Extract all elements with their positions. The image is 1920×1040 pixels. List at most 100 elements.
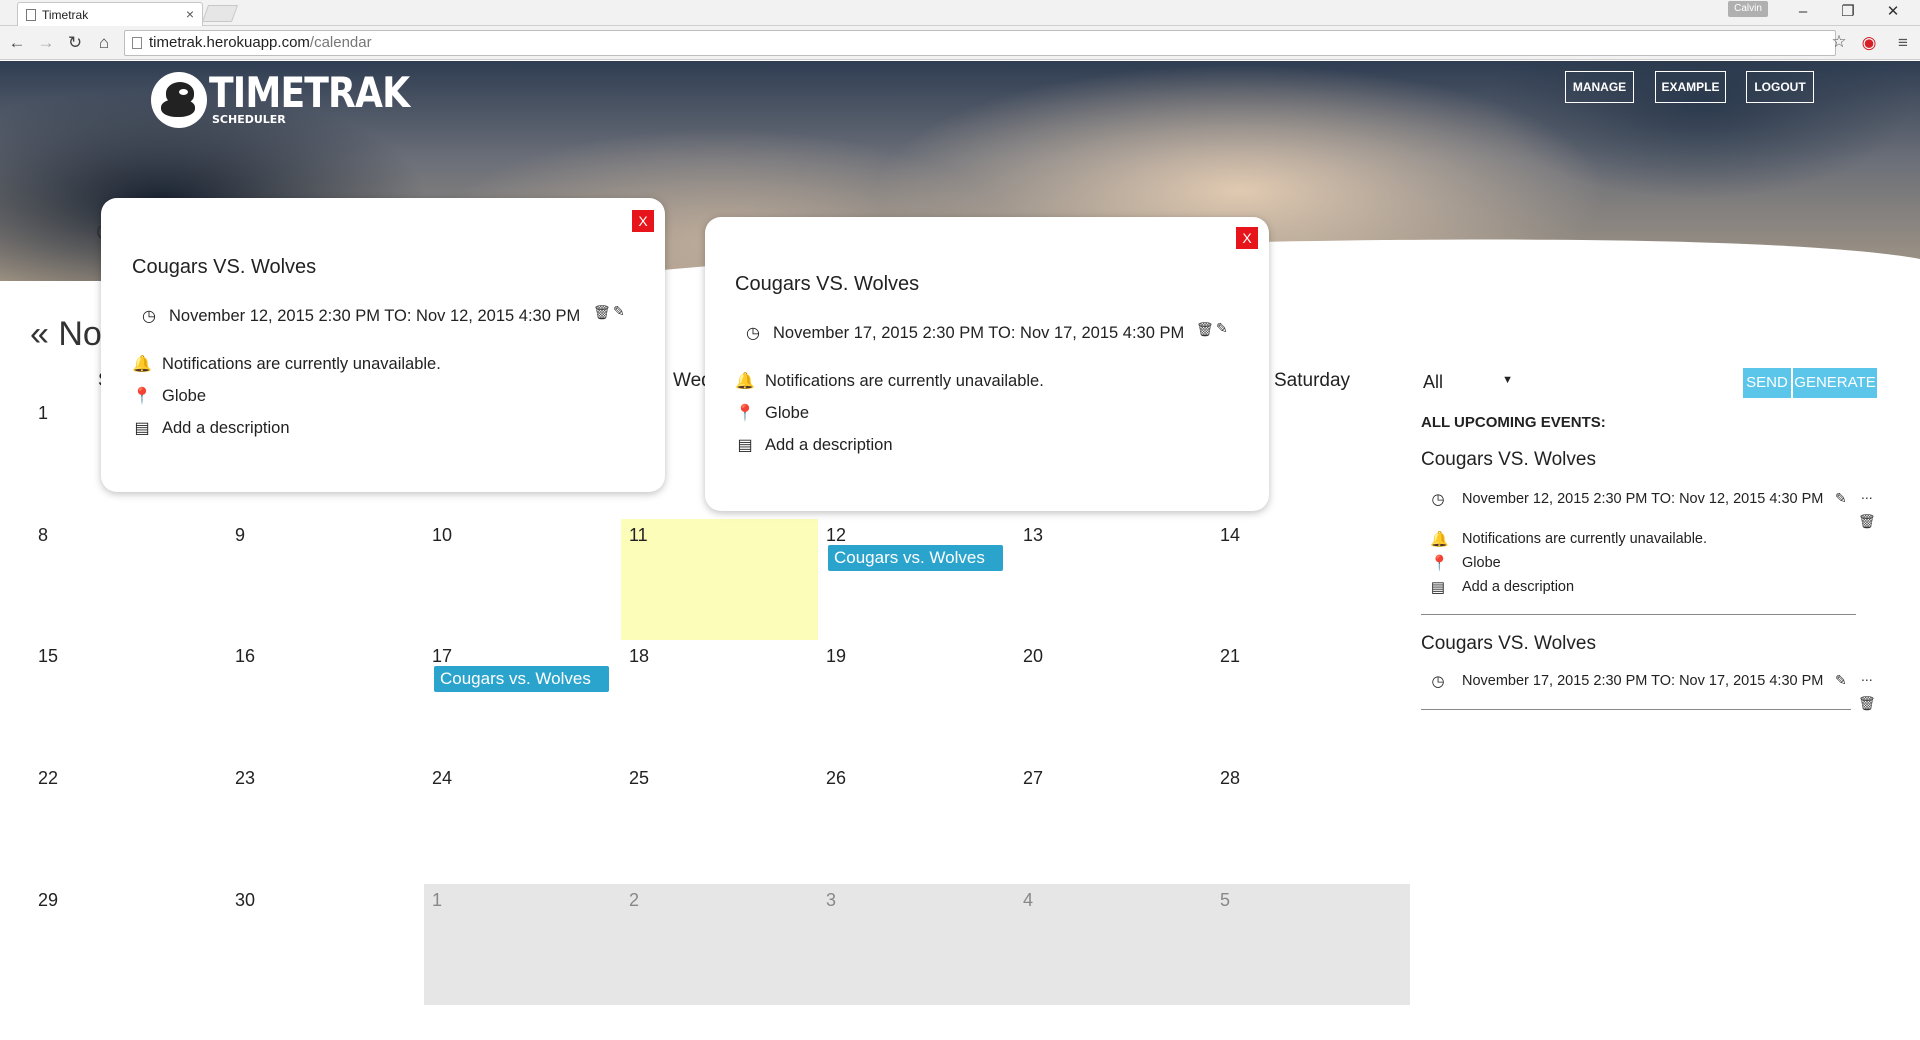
calendar-day[interactable]: 22 <box>30 762 227 883</box>
generate-button[interactable]: GENERATE <box>1793 368 1877 398</box>
day-number: 9 <box>235 525 246 545</box>
pencil-icon[interactable]: ✎ <box>1835 672 1847 689</box>
bell-icon: 🔔 <box>735 373 755 390</box>
logout-button[interactable]: LOGOUT <box>1746 71 1814 103</box>
popover-close-button[interactable]: X <box>1236 227 1258 249</box>
upcoming-event-title[interactable]: Cougars VS. Wolves <box>1421 633 1596 655</box>
popover-close-button[interactable]: X <box>632 210 654 232</box>
minimize-icon[interactable]: – <box>1788 2 1818 22</box>
duck-logo-icon <box>151 72 207 128</box>
calendar-day-next-month[interactable]: 2 <box>621 884 818 1005</box>
day-number: 29 <box>38 890 59 910</box>
month-nav[interactable]: « No <box>30 315 102 354</box>
calendar-day[interactable]: 10 <box>424 519 621 640</box>
manage-button[interactable]: MANAGE <box>1565 71 1634 103</box>
trash-icon[interactable]: 🗑 <box>1858 513 1876 530</box>
new-tab-button[interactable] <box>201 5 239 22</box>
send-button[interactable]: SEND <box>1743 368 1791 398</box>
day-number: 11 <box>629 525 648 545</box>
popover-location: Globe <box>162 386 207 405</box>
event-popover: X Cougars VS. Wolves ◷ November 17, 2015… <box>705 217 1269 511</box>
window-close-icon[interactable]: ✕ <box>1878 2 1908 22</box>
popover-description-row[interactable]: ▤ Add a description <box>735 435 893 455</box>
browser-tab[interactable]: Timetrak × <box>17 2 203 26</box>
day-number: 25 <box>629 768 650 788</box>
calendar-day[interactable]: 30 <box>227 884 424 1005</box>
reload-icon[interactable]: ↻ <box>64 32 86 54</box>
calendar-day[interactable]: 13 <box>1015 519 1212 640</box>
menu-icon[interactable]: ≡ <box>1892 32 1914 54</box>
calendar-day[interactable]: 12 Cougars vs. Wolves <box>818 519 1015 640</box>
event-filter-select[interactable]: All ▼ <box>1423 372 1513 396</box>
calendar-event[interactable]: Cougars vs. Wolves <box>828 545 1003 571</box>
bookmark-star-icon[interactable]: ☆ <box>1828 31 1850 53</box>
calendar-day[interactable]: 26 <box>818 762 1015 883</box>
back-icon[interactable]: ← <box>6 32 28 54</box>
extension-icon[interactable]: ◉ <box>1858 32 1880 54</box>
calendar-event[interactable]: Cougars vs. Wolves <box>434 666 609 692</box>
calendar-day-next-month[interactable]: 3 <box>818 884 1015 1005</box>
calendar-day[interactable]: 27 <box>1015 762 1212 883</box>
calendar-day-next-month[interactable]: 5 <box>1212 884 1410 1005</box>
note-icon: ▤ <box>1430 579 1446 596</box>
example-button[interactable]: EXAMPLE <box>1655 71 1726 103</box>
bell-icon: 🔔 <box>132 356 152 373</box>
popover-description: Add a description <box>765 435 893 454</box>
calendar-day[interactable]: 24 <box>424 762 621 883</box>
calendar-day[interactable]: 23 <box>227 762 424 883</box>
popover-time: November 17, 2015 2:30 PM TO: Nov 17, 20… <box>773 323 1185 342</box>
more-options[interactable]: ... <box>1861 486 1873 502</box>
trash-icon[interactable]: 🗑 <box>1196 321 1214 338</box>
calendar-day-next-month[interactable]: 4 <box>1015 884 1212 1005</box>
clock-icon: ◷ <box>142 308 156 325</box>
note-icon: ▤ <box>134 420 150 437</box>
pencil-icon[interactable]: ✎ <box>1835 490 1847 507</box>
calendar-day[interactable]: 15 <box>30 640 227 761</box>
url-host: timetrak.herokuapp.com <box>149 34 310 51</box>
day-number: 20 <box>1023 646 1044 666</box>
day-number: 8 <box>38 525 49 545</box>
calendar-day[interactable]: 25 <box>621 762 818 883</box>
calendar-day[interactable]: 20 <box>1015 640 1212 761</box>
calendar-day[interactable]: 18 <box>621 640 818 761</box>
popover-description-row[interactable]: ▤ Add a description <box>132 418 289 438</box>
calendar-day[interactable]: 21 <box>1212 640 1409 761</box>
home-icon[interactable]: ⌂ <box>93 32 115 54</box>
address-bar[interactable]: timetrak.herokuapp.com/calendar <box>124 30 1836 56</box>
calendar-day[interactable]: 16 <box>227 640 424 761</box>
popover-notifications: Notifications are currently unavailable. <box>765 371 1044 390</box>
day-number: 23 <box>235 768 256 788</box>
day-number: 5 <box>1220 890 1231 910</box>
trash-icon[interactable]: 🗑 <box>1858 695 1876 712</box>
site-logo[interactable]: TIMETRAK SCHEDULER <box>151 72 442 128</box>
logo-title: TIMETRAK <box>209 68 410 117</box>
calendar-day[interactable]: 17 Cougars vs. Wolves <box>424 640 621 761</box>
more-options[interactable]: ... <box>1861 668 1873 684</box>
restore-icon[interactable]: ❐ <box>1833 2 1863 22</box>
note-icon: ▤ <box>737 437 753 454</box>
popover-time-row: ◷ November 12, 2015 2:30 PM TO: Nov 12, … <box>139 306 580 326</box>
calendar-day[interactable]: 29 <box>30 884 227 1005</box>
upcoming-description-row[interactable]: ▤ Add a description <box>1430 578 1574 596</box>
upcoming-event-title[interactable]: Cougars VS. Wolves <box>1421 449 1596 471</box>
calendar-day[interactable]: 14 <box>1212 519 1409 640</box>
day-number: 13 <box>1023 525 1044 545</box>
calendar-day-today[interactable]: 11 <box>621 519 818 640</box>
calendar-day[interactable]: 9 <box>227 519 424 640</box>
trash-icon[interactable]: 🗑 <box>593 304 611 321</box>
pencil-icon[interactable]: ✎ <box>1216 320 1228 337</box>
calendar-day-next-month[interactable]: 1 <box>424 884 621 1005</box>
day-number: 22 <box>38 768 59 788</box>
map-pin-icon: 📍 <box>735 405 755 422</box>
calendar-day[interactable]: 8 <box>30 519 227 640</box>
forward-icon[interactable]: → <box>35 32 57 54</box>
calendar-day[interactable]: 28 <box>1212 762 1409 883</box>
divider <box>1421 709 1851 710</box>
profile-badge[interactable]: Calvin <box>1728 1 1768 17</box>
calendar-day[interactable]: 19 <box>818 640 1015 761</box>
day-number: 1 <box>432 890 443 910</box>
popover-title: Cougars VS. Wolves <box>132 256 317 278</box>
pencil-icon[interactable]: ✎ <box>613 303 625 320</box>
tab-close-icon[interactable]: × <box>186 6 194 22</box>
popover-time-row: ◷ November 17, 2015 2:30 PM TO: Nov 17, … <box>743 323 1184 343</box>
